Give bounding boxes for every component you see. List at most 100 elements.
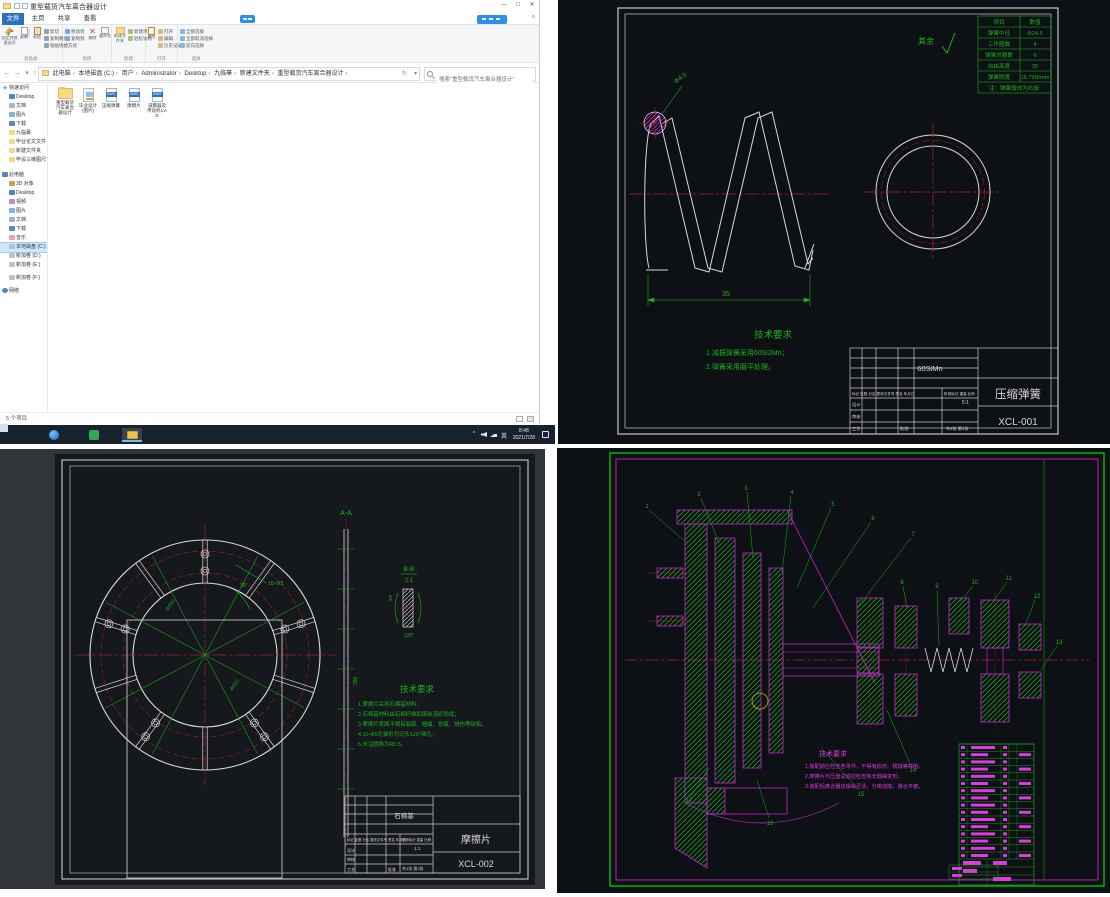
sidebar-item-pc-pictures[interactable]: 图片 xyxy=(0,207,47,216)
back-button[interactable]: ← xyxy=(2,68,12,80)
crumb-users[interactable]: 用户 xyxy=(122,68,134,81)
copy-path-icon xyxy=(44,36,49,41)
copy-button[interactable]: 复制 xyxy=(18,27,30,44)
window-folder-icon xyxy=(3,3,11,9)
svg-text:6: 6 xyxy=(1033,53,1036,59)
taskbar-browser-button[interactable] xyxy=(44,428,64,442)
forward-button[interactable]: → xyxy=(12,68,22,80)
sidebar-item-disk-e[interactable]: 新加卷 (E:) xyxy=(0,261,47,270)
copy-to-button[interactable]: 复制到 xyxy=(65,35,85,42)
sidebar-item-desktop[interactable]: Desktop xyxy=(0,93,47,102)
start-button[interactable] xyxy=(4,428,24,442)
sidebar-item-downloads[interactable]: 下载 xyxy=(0,120,47,129)
svg-text:1.减振弹簧采用60Si2Mn；: 1.减振弹簧采用60Si2Mn； xyxy=(706,348,788,357)
sidebar-item-documents[interactable]: 文档 xyxy=(0,102,47,111)
delete-button[interactable]: ✕ 删除 xyxy=(87,27,98,45)
ime-indicator[interactable]: 英 xyxy=(501,431,507,440)
ribbon-blue-badge[interactable] xyxy=(240,15,255,23)
sidebar-item-disk-d[interactable]: 新加卷 (D:) xyxy=(0,252,47,261)
svg-text:1.摩擦片采用石棉基材料；: 1.摩擦片采用石棉基材料； xyxy=(358,700,422,708)
paste-button[interactable]: 粘贴 xyxy=(31,27,43,44)
sidebar-item-disk-f[interactable]: 新加卷 (F:) xyxy=(0,274,47,283)
quadrant-assembly-drawing: 1 2 3 4 5 6 7 8 9 10 11 12 13 14 15 16 1… xyxy=(557,448,1110,893)
sidebar-item-pc-downloads[interactable]: 下载 xyxy=(0,225,47,234)
sidebar-item-disk-c[interactable]: 本地磁盘 (C:) xyxy=(0,243,47,252)
countersink-angle-label: 120° xyxy=(404,633,414,639)
section-label: A-A xyxy=(340,510,352,517)
svg-text:35: 35 xyxy=(1032,64,1038,70)
header-blue-badge[interactable] xyxy=(477,15,507,24)
rename-button[interactable]: 重命名 xyxy=(99,27,111,43)
crumb-disk-c[interactable]: 本地磁盘 (C:) xyxy=(78,68,114,81)
close-button[interactable]: ✕ xyxy=(525,0,539,11)
sidebar-item-3d-drawings-folder[interactable]: 毕设三维图尺寸不全 xyxy=(0,156,47,165)
notifications-icon[interactable] xyxy=(542,431,549,438)
crumb-new-folder[interactable]: 新建文件夹 xyxy=(240,68,270,81)
tray-chevron-icon[interactable]: ^ xyxy=(473,431,475,437)
crumb-administrator[interactable]: Administrator xyxy=(141,68,176,81)
address-folder-icon xyxy=(42,70,49,76)
minimize-button[interactable]: ─ xyxy=(497,0,511,11)
edit-icon xyxy=(158,36,163,41)
sidebar-item-jiulinmo[interactable]: 九临摹 xyxy=(0,129,47,138)
pin-button[interactable]: 固定到快速访问 xyxy=(1,27,18,45)
file-item-folder[interactable]: 重型载货汽车离合器设计 xyxy=(54,88,76,115)
file-item-images[interactable]: 毕业设计(图片) xyxy=(77,88,99,113)
quadrant-explorer: 重型载货汽车离合器设计 ─ □ ✕ 文件 主页 共享 查看 ˄ 固定到快速访问 xyxy=(0,0,555,444)
quick-access-toolbar-icon2[interactable] xyxy=(22,3,28,9)
svg-text:数值: 数值 xyxy=(1029,18,1041,26)
invert-selection-button[interactable]: 反向选择 xyxy=(180,42,213,49)
sidebar-item-3d-objects[interactable]: 3D 对象 xyxy=(0,180,47,189)
refresh-icon[interactable]: ↻ xyxy=(402,68,407,81)
details-view-toggle-icon[interactable] xyxy=(516,416,523,422)
crumb-project-folder[interactable]: 重型载货汽车离合器设计 xyxy=(277,68,343,81)
network-icon[interactable] xyxy=(490,432,497,437)
quick-access-toolbar-icon[interactable] xyxy=(14,3,20,9)
sidebar-this-pc[interactable]: 此电脑 xyxy=(0,171,47,180)
address-dropdown-chevron-icon[interactable]: ▾ xyxy=(414,68,417,81)
sidebar-item-thesis-folder[interactable]: 毕业论文文件 xyxy=(0,138,47,147)
taskbar-green-app-button[interactable] xyxy=(84,428,104,442)
new-folder-button[interactable]: 新建文件夹 xyxy=(113,27,127,43)
crumb-jiulinmo[interactable]: 九临摹 xyxy=(214,68,232,81)
search-box[interactable] xyxy=(424,67,536,81)
sidebar-item-music[interactable]: 音乐 xyxy=(0,234,47,243)
volume-icon[interactable] xyxy=(481,432,487,437)
organize-stack: 移动到 复制到 xyxy=(65,28,85,42)
move-to-button[interactable]: 移动到 xyxy=(65,28,85,35)
explorer-icon xyxy=(127,431,138,439)
file-item-friction-dwg[interactable]: DWG 摩擦片 xyxy=(123,88,145,108)
crumb-this-pc[interactable]: 此电脑 xyxy=(53,68,71,81)
rename-icon xyxy=(101,27,109,34)
sidebar-item-videos[interactable]: 视频 xyxy=(0,198,47,207)
drive-icon xyxy=(9,253,15,258)
breadcrumb[interactable]: 此电脑› 本地磁盘 (C:)› 用户› Administrator› Deskt… xyxy=(38,67,420,81)
file-item-spring-dwg[interactable]: DWG 压缩弹簧 xyxy=(100,88,122,108)
download-icon xyxy=(9,121,15,126)
tab-file[interactable]: 文件 xyxy=(2,13,24,25)
select-all-button[interactable]: 全部选择 xyxy=(180,28,213,35)
large-icons-view-toggle-icon[interactable] xyxy=(527,416,534,422)
taskbar-explorer-button[interactable] xyxy=(122,428,142,442)
sidebar-item-new-folder[interactable]: 新建文件夹 xyxy=(0,147,47,156)
title-bar: 重型载货汽车离合器设计 ─ □ ✕ xyxy=(0,0,539,13)
tab-share[interactable]: 共享 xyxy=(52,13,76,25)
sidebar-item-network[interactable]: 网络 xyxy=(0,287,47,296)
ribbon-collapse-chevron-icon[interactable]: ˄ xyxy=(531,15,535,21)
svg-text:批准: 批准 xyxy=(388,866,396,872)
properties-button[interactable]: 属性 xyxy=(146,27,157,44)
sidebar-quick-access[interactable]: 快速访问 xyxy=(0,84,47,93)
crumb-desktop[interactable]: Desktop xyxy=(184,68,206,81)
taskbar-clock[interactable]: 8:48 2021/7/28 xyxy=(513,428,535,441)
tab-home[interactable]: 主页 xyxy=(26,13,50,25)
sidebar-item-pc-documents[interactable]: 文档 xyxy=(0,216,47,225)
file-item-damper-dwg[interactable]: DWG 减震器及传动机CAD xyxy=(146,88,168,118)
maximize-button[interactable]: □ xyxy=(511,0,525,11)
segment-angle-label: 36° xyxy=(240,583,248,589)
free-height-value: 35 xyxy=(722,291,730,298)
drive-icon xyxy=(9,275,15,280)
sidebar-item-pc-desktop[interactable]: Desktop xyxy=(0,189,47,198)
sidebar-item-pictures[interactable]: 图片 xyxy=(0,111,47,120)
tab-view[interactable]: 查看 xyxy=(78,13,102,25)
select-none-button[interactable]: 全部取消选择 xyxy=(180,35,213,42)
